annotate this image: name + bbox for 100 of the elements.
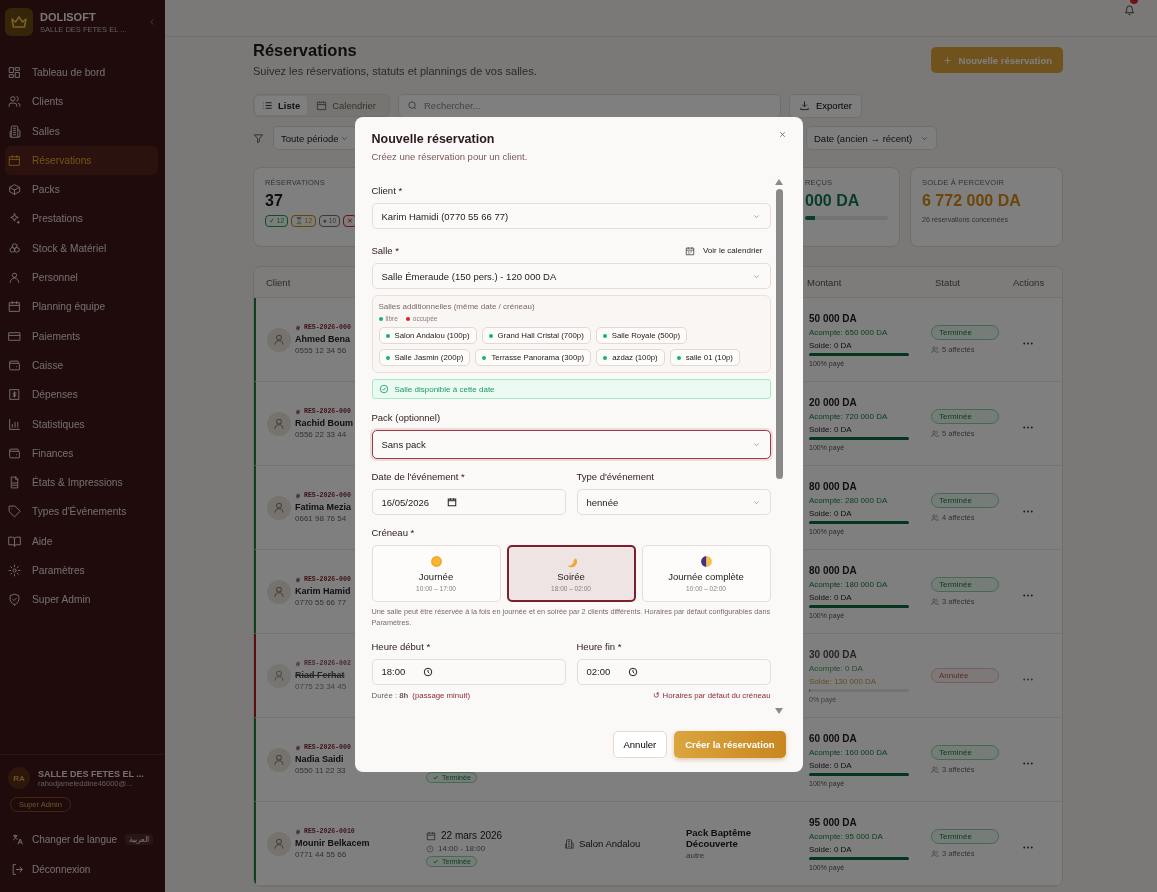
sidebar-item[interactable]: Réservations (5, 145, 158, 175)
client-name: Nadia Saidi (295, 754, 345, 764)
period-filter[interactable]: Toute période (273, 126, 357, 150)
status-badge: Terminée (931, 409, 999, 424)
users-icon (931, 429, 939, 438)
page-title: Réservations (253, 41, 358, 60)
clock-icon (423, 666, 434, 677)
dollar-icon (8, 388, 21, 402)
more-icon[interactable] (1023, 677, 1033, 681)
calendar-icon (8, 153, 21, 167)
more-icon[interactable] (1023, 593, 1033, 597)
check-icon (432, 774, 439, 781)
field-label: Pack (optionnel) (371, 412, 442, 423)
pack-select[interactable]: Sans pack (371, 430, 771, 459)
close-icon[interactable] (777, 130, 787, 139)
more-icon[interactable] (1023, 845, 1033, 849)
client-phone: 0550 11 22 33 (295, 766, 347, 775)
sidebar-item[interactable]: Personnel (5, 263, 158, 293)
field-label: Heure début * (371, 640, 432, 652)
chevron-down-icon (751, 440, 761, 449)
sun-icon (429, 555, 443, 568)
check-circle-icon (378, 384, 389, 394)
calendar-icon (684, 245, 695, 256)
pack-name: Pack Baptême Découverte (686, 827, 752, 849)
sidebar-item[interactable]: Paramètres (5, 556, 158, 586)
event-type-select[interactable]: hennée (576, 489, 771, 515)
list-icon (262, 100, 273, 111)
avatar-icon (267, 831, 291, 856)
export-button[interactable]: Exporter (789, 93, 862, 118)
balance: Solde: 130 000 DA (809, 676, 878, 686)
slot-title: Soirée (557, 571, 585, 582)
sidebar-item[interactable]: États & Impressions (5, 468, 158, 498)
amount: 60 000 DA (809, 732, 858, 744)
bell-icon[interactable] (1124, 5, 1135, 16)
deposit: Acompte: 720 000 DA (809, 411, 889, 421)
deposit: Acompte: 95 000 DA (809, 831, 884, 841)
start-time-input[interactable]: 18:00 (371, 658, 566, 685)
sidebar-item[interactable]: Dépenses (5, 380, 158, 410)
sidebar-item[interactable]: Salles (5, 116, 158, 146)
balance: Solde: 0 DA (809, 592, 853, 602)
create-reservation-button[interactable]: Créer la réservation (674, 731, 786, 758)
building-icon (564, 838, 574, 849)
sort-filter[interactable]: Date (ancien → récent) (806, 126, 937, 150)
users-icon (931, 597, 939, 606)
sidebar-item[interactable]: Caisse (5, 350, 158, 380)
more-icon[interactable] (1023, 761, 1033, 765)
hall-select[interactable]: Salle Émeraude (150 pers.) - 120 000 DA (371, 263, 771, 289)
calendar-icon (426, 830, 436, 841)
half-circle-icon (699, 555, 713, 568)
sidebar-item[interactable]: Planning équipe (5, 292, 158, 322)
balance: Solde: 0 DA (809, 760, 853, 770)
status-badge: Annulée (931, 668, 999, 683)
tag-icon (8, 505, 21, 519)
users-icon (931, 849, 939, 858)
status-badge: Terminée (931, 577, 999, 592)
brand-name: DOLISOFT (40, 10, 97, 23)
field-label: Créneau * (371, 527, 416, 538)
wallet-icon (8, 446, 21, 460)
boxes-icon (8, 241, 21, 255)
status-badge: Terminée (931, 493, 999, 508)
sidebar-item[interactable]: Packs (5, 175, 158, 205)
end-time-input[interactable]: 02:00 (576, 658, 771, 685)
client-phone: 0771 44 55 66 (295, 850, 348, 859)
event-time: 14:00 - 18:00 (426, 844, 558, 853)
field-label: Heure fin * (576, 640, 623, 652)
sidebar-item[interactable]: Stock & Matériel (5, 233, 158, 263)
download-icon (799, 100, 810, 111)
sidebar-item[interactable]: Paiements (5, 321, 158, 351)
status-badge: Terminée (931, 745, 999, 760)
view-tab[interactable]: Liste (255, 96, 308, 115)
users-icon (8, 95, 21, 109)
users-icon (931, 765, 939, 774)
scrollbar[interactable] (774, 179, 784, 714)
field-label: Type d'événement (576, 471, 655, 482)
calendar-link[interactable]: Voir le calendrier (684, 245, 763, 256)
client-phone: 0770 55 66 77 (295, 598, 348, 607)
date-input[interactable]: 16/05/2026 (371, 489, 566, 515)
sidebar-item[interactable]: Types d'Événements (5, 497, 158, 527)
dialog-title: Nouvelle réservation (371, 132, 496, 146)
view-tab[interactable]: Calendrier (309, 96, 383, 115)
logout-link[interactable]: Déconnexion (8, 854, 157, 884)
sidebar-item[interactable]: Prestations (5, 204, 158, 234)
stat-value: 6 772 000 DA (922, 192, 1022, 210)
client-select[interactable]: Karim Hamidi (0770 55 66 77) (371, 203, 771, 229)
translate-icon (11, 832, 24, 846)
sidebar-item[interactable]: Tableau de bord (5, 58, 158, 87)
more-icon[interactable] (1023, 425, 1033, 429)
more-icon[interactable] (1023, 341, 1033, 345)
sidebar-item[interactable]: Clients (5, 87, 158, 117)
sidebar-item[interactable]: Super Admin (5, 585, 158, 615)
cancel-button[interactable]: Annuler (612, 731, 668, 758)
sidebar-item[interactable]: Aide (5, 526, 158, 556)
avatar-icon (267, 663, 291, 688)
calendar-icon (447, 497, 458, 507)
sidebar-item[interactable]: Statistiques (5, 409, 158, 439)
more-icon[interactable] (1023, 509, 1033, 513)
column-header: Actions (1013, 276, 1045, 288)
amount: 30 000 DA (809, 648, 858, 660)
amount: 80 000 DA (809, 480, 858, 492)
sidebar-item[interactable]: Finances (5, 438, 158, 468)
